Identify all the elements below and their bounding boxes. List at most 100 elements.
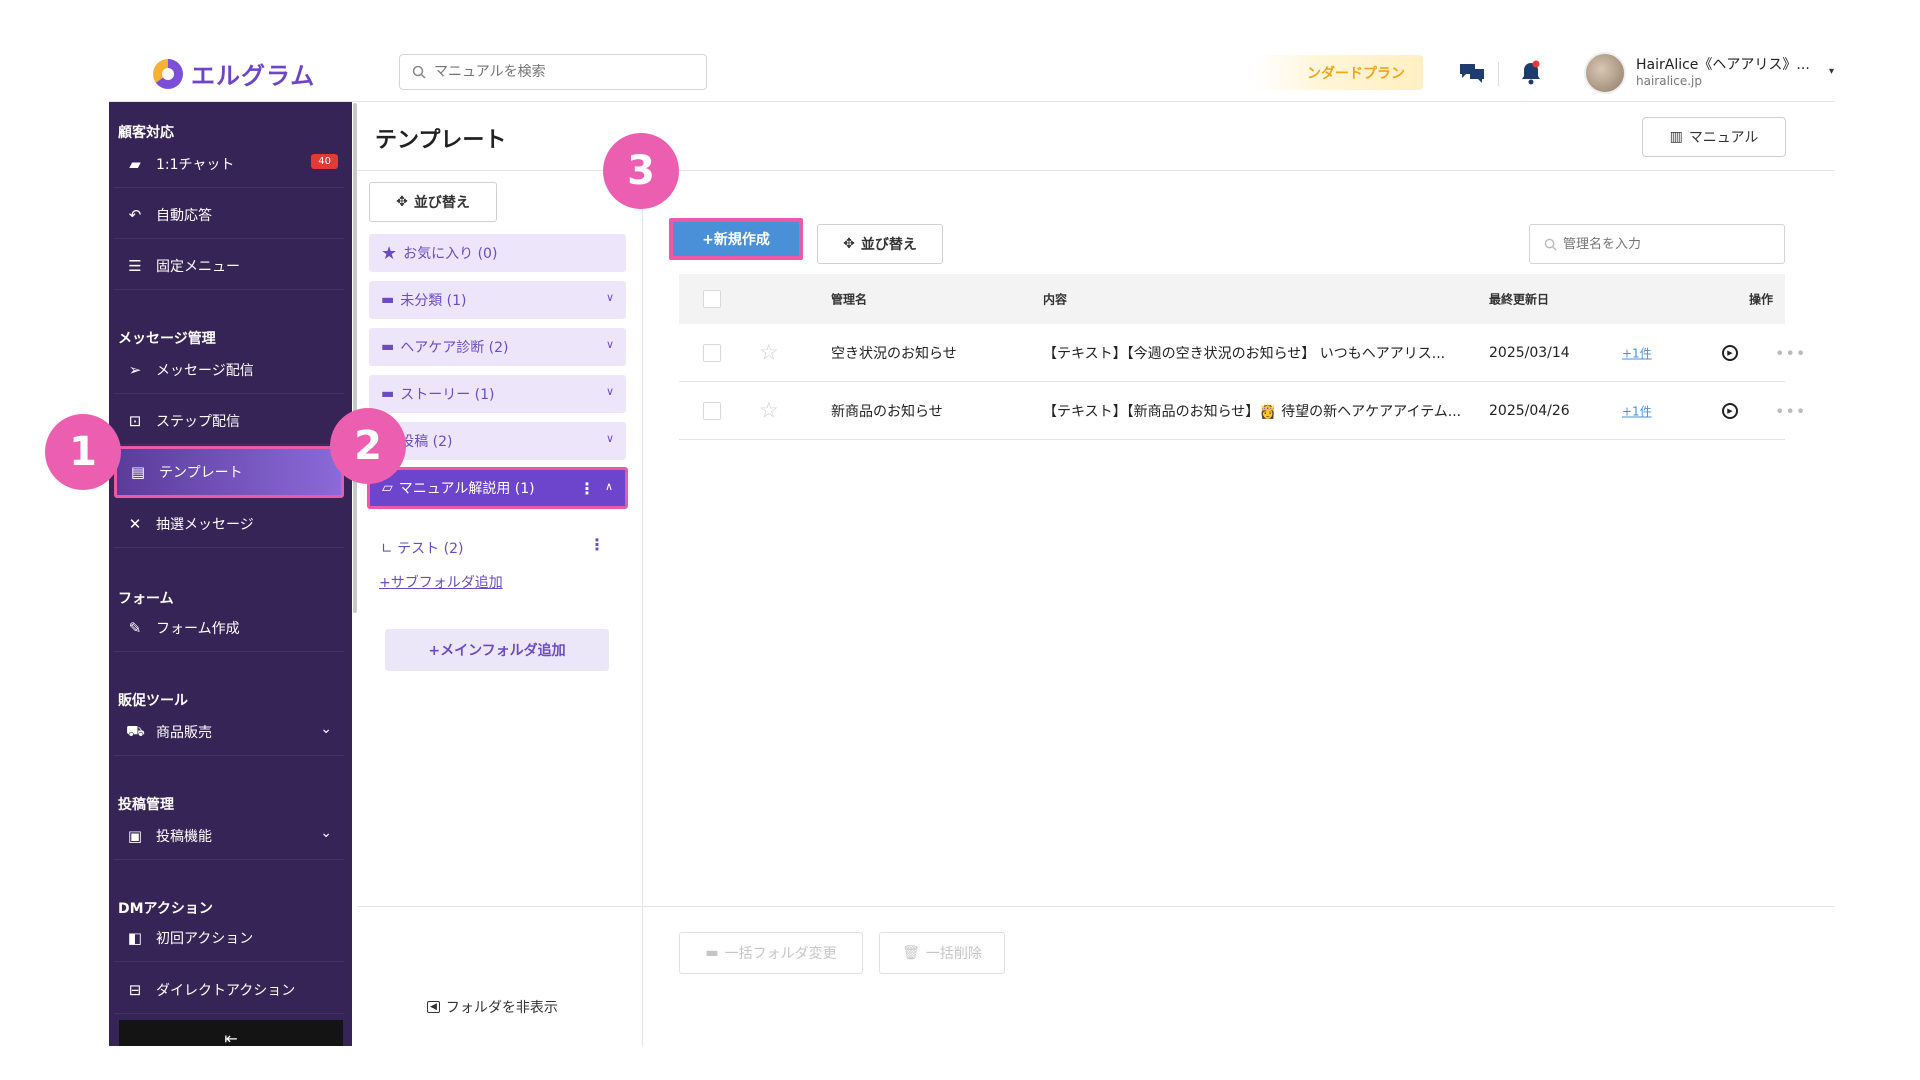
page-title: テンプレート xyxy=(375,128,507,153)
more-items-link[interactable]: +1件 xyxy=(1622,402,1652,419)
step-icon: ⊡ xyxy=(128,411,142,430)
form-icon: ✎ xyxy=(128,618,142,637)
template-search-input[interactable] xyxy=(1563,236,1763,252)
star-icon[interactable]: ☆ xyxy=(759,340,779,365)
preview-play-icon[interactable]: ▶ xyxy=(1722,402,1738,419)
logo[interactable]: エルグラム xyxy=(153,56,315,91)
more-items-link[interactable]: +1件 xyxy=(1622,344,1652,361)
hide-folders-button[interactable]: ◀ フォルダを非表示 xyxy=(427,997,558,1017)
top-header: エルグラム ンダードプラン HairAlice《ヘアアリス》... hairal… xyxy=(109,44,1835,102)
table-row[interactable]: ☆ 空き状況のお知らせ 【テキスト】【今週の空き状況のお知らせ】 いつもヘアアリ… xyxy=(679,324,1805,382)
more-vertical-icon[interactable]: ⋮ xyxy=(589,535,605,554)
step-marker-1: 1 xyxy=(45,414,121,490)
send-icon: ➢ xyxy=(128,360,142,379)
collapse-left-icon: ◀ xyxy=(427,1001,440,1013)
sidebar-section-message: メッセージ管理 xyxy=(118,331,216,347)
bulk-delete-label: 一括削除 xyxy=(925,946,982,962)
bulk-folder-change-button[interactable]: ▬ 一括フォルダ変更 xyxy=(679,932,863,974)
move-icon: ✥ xyxy=(843,236,855,252)
star-icon[interactable]: ☆ xyxy=(759,398,779,423)
sidebar-item-template[interactable]: ▤ テンプレート xyxy=(114,446,344,498)
hide-folders-label: フォルダを非表示 xyxy=(445,1000,558,1016)
more-horizontal-icon[interactable]: ••• xyxy=(1775,401,1806,420)
folder-label: ストーリー (1) xyxy=(400,387,495,403)
sidebar-item-step[interactable]: ⊡ ステップ配信 xyxy=(114,397,344,445)
chevron-down-icon[interactable]: ⌄ xyxy=(320,825,332,841)
column-updated[interactable]: 最終更新日 xyxy=(1489,291,1549,308)
reply-icon: ↶ xyxy=(128,205,142,224)
chevron-down-icon[interactable]: ∨ xyxy=(606,432,614,445)
template-sort-button[interactable]: ✥ 並び替え xyxy=(817,224,943,264)
template-name[interactable]: 空き状況のお知らせ xyxy=(831,343,957,363)
sidebar-item-label: 投稿機能 xyxy=(156,828,212,845)
footer-divider xyxy=(357,906,1835,907)
folder-haircare-diagnosis[interactable]: ▬ ヘアケア診断 (2) ∨ xyxy=(369,328,626,366)
chevron-down-icon[interactable]: ▾ xyxy=(1829,66,1834,77)
search-icon xyxy=(412,65,426,79)
plan-badge[interactable]: ンダードプラン xyxy=(1255,55,1423,90)
folder-label: お気に入り (0) xyxy=(403,246,498,262)
folder-icon: ▬ xyxy=(381,292,395,308)
subfolder-test[interactable]: ∟ テスト (2) xyxy=(381,538,463,558)
chevron-down-icon[interactable]: ∨ xyxy=(606,338,614,351)
folder-favorites[interactable]: ★ お気に入り (0) xyxy=(369,234,626,272)
sidebar-item-direct-action[interactable]: ⊟ ダイレクトアクション xyxy=(114,966,344,1014)
sidebar-item-product-sales[interactable]: ⛟ 商品販売 ⌄ xyxy=(114,708,344,756)
step-marker-3: 3 xyxy=(603,133,679,209)
sidebar-item-broadcast[interactable]: ➢ メッセージ配信 xyxy=(114,346,344,394)
chevron-up-icon[interactable]: ∧ xyxy=(605,480,613,493)
template-search[interactable] xyxy=(1529,224,1785,264)
sidebar-item-label: ダイレクトアクション xyxy=(156,982,296,999)
table-row[interactable]: ☆ 新商品のお知らせ 【テキスト】【新商品のお知らせ】👸 待望の新ヘアケアアイテ… xyxy=(679,382,1805,440)
sidebar-item-fixed-menu[interactable]: ☰ 固定メニュー xyxy=(114,242,344,290)
sidebar-item-first-action[interactable]: ◧ 初回アクション xyxy=(114,914,344,962)
folder-uncategorized[interactable]: ▬ 未分類 (1) ∨ xyxy=(369,281,626,319)
sidebar-item-form-create[interactable]: ✎ フォーム作成 xyxy=(114,604,344,652)
more-vertical-icon[interactable]: ⋮ xyxy=(579,479,595,498)
sidebar-item-label: メッセージ配信 xyxy=(156,362,254,379)
preview-play-icon[interactable]: ▶ xyxy=(1722,344,1738,361)
add-subfolder-link[interactable]: +サブフォルダ追加 xyxy=(379,572,503,592)
folder-open-icon: ▱ xyxy=(382,480,393,496)
template-date: 2025/03/14 xyxy=(1489,344,1570,361)
manual-search-input[interactable] xyxy=(434,64,684,80)
user-name[interactable]: HairAlice《ヘアアリス》... xyxy=(1636,54,1810,74)
user-domain: hairalice.jp xyxy=(1636,74,1702,88)
sidebar-item-label: 商品販売 xyxy=(156,724,212,741)
bulk-delete-button[interactable]: 🗑 一括削除 xyxy=(879,932,1005,974)
sidebar-item-label: 自動応答 xyxy=(156,207,212,224)
sidebar-section-posts: 投稿管理 xyxy=(118,797,174,813)
row-checkbox[interactable] xyxy=(703,401,721,420)
folder-sort-button[interactable]: ✥ 並び替え xyxy=(369,182,497,222)
folder-manual-explanation[interactable]: ▱ マニュアル解説用 (1) ⋮ ∧ xyxy=(367,467,628,509)
column-name[interactable]: 管理名 xyxy=(831,291,867,308)
sidebar-item-label: 初回アクション xyxy=(156,930,254,947)
sidebar-item-post-features[interactable]: ▣ 投稿機能 ⌄ xyxy=(114,812,344,860)
folder-story[interactable]: ▬ ストーリー (1) ∨ xyxy=(369,375,626,413)
select-all-checkbox[interactable] xyxy=(703,290,721,308)
more-horizontal-icon[interactable]: ••• xyxy=(1775,343,1806,362)
avatar[interactable] xyxy=(1584,52,1626,94)
folder-label: ヘアケア診断 (2) xyxy=(400,340,509,356)
sidebar-item-chat[interactable]: ▰ 1:1チャット 40 xyxy=(114,140,344,188)
folder-posts[interactable]: ▬ 投稿 (2) ∨ xyxy=(369,422,626,460)
post-icon: ▣ xyxy=(127,826,143,845)
sidebar-item-lottery[interactable]: ✕ 抽選メッセージ xyxy=(114,500,344,548)
chevron-down-icon[interactable]: ∨ xyxy=(606,385,614,398)
bell-icon[interactable] xyxy=(1516,58,1546,88)
template-name[interactable]: 新商品のお知らせ xyxy=(831,401,943,421)
manual-button[interactable]: ▥ マニュアル xyxy=(1642,117,1786,157)
row-checkbox[interactable] xyxy=(703,343,721,362)
sidebar-item-auto-reply[interactable]: ↶ 自動応答 xyxy=(114,191,344,239)
search-icon xyxy=(1544,238,1557,251)
collapse-sidebar-button[interactable]: ⇤ xyxy=(119,1020,343,1046)
new-template-button[interactable]: +新規作成 xyxy=(669,218,803,260)
unread-badge: 40 xyxy=(311,154,338,169)
chevron-down-icon[interactable]: ∨ xyxy=(606,291,614,304)
manual-search[interactable] xyxy=(399,54,707,90)
main-content: テンプレート ▥ マニュアル ✥ 並び替え ★ お気に入り (0) ▬ 未分類 … xyxy=(357,102,1835,1046)
chat-bubbles-icon[interactable] xyxy=(1457,58,1487,88)
chevron-down-icon[interactable]: ⌄ xyxy=(320,721,332,737)
add-main-folder-button[interactable]: +メインフォルダ追加 xyxy=(385,629,609,671)
folder-panel: ✥ 並び替え ★ お気に入り (0) ▬ 未分類 (1) ∨ ▬ ヘアケア診断 … xyxy=(357,171,643,1046)
